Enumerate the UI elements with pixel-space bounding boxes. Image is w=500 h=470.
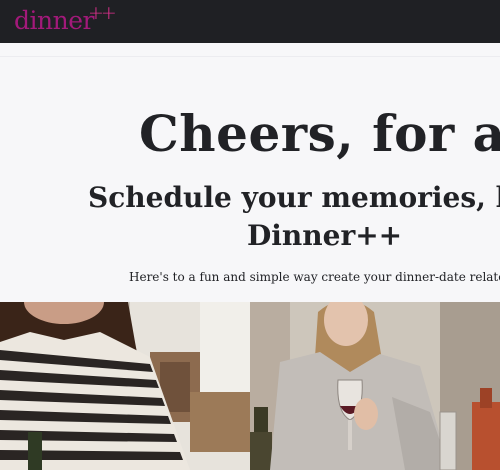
brand-plus: ++ bbox=[88, 2, 117, 24]
brand-logo[interactable]: dinner ++ bbox=[14, 2, 117, 38]
top-navbar: dinner ++ bbox=[0, 0, 500, 43]
hero-headline: Cheers, for all. bbox=[139, 104, 500, 163]
hero-subheadline-brand: Dinner++ bbox=[247, 219, 403, 252]
hero-photo bbox=[0, 302, 500, 470]
hero-subheadline: Schedule your memories, here bbox=[88, 181, 500, 214]
brand-word: dinner bbox=[14, 6, 94, 35]
hero-section: Cheers, for all. Schedule your memories,… bbox=[0, 43, 500, 302]
hero-tagline: Here's to a fun and simple way create yo… bbox=[129, 270, 500, 284]
dinner-party-photo bbox=[0, 302, 500, 470]
hero-divider bbox=[0, 56, 500, 57]
